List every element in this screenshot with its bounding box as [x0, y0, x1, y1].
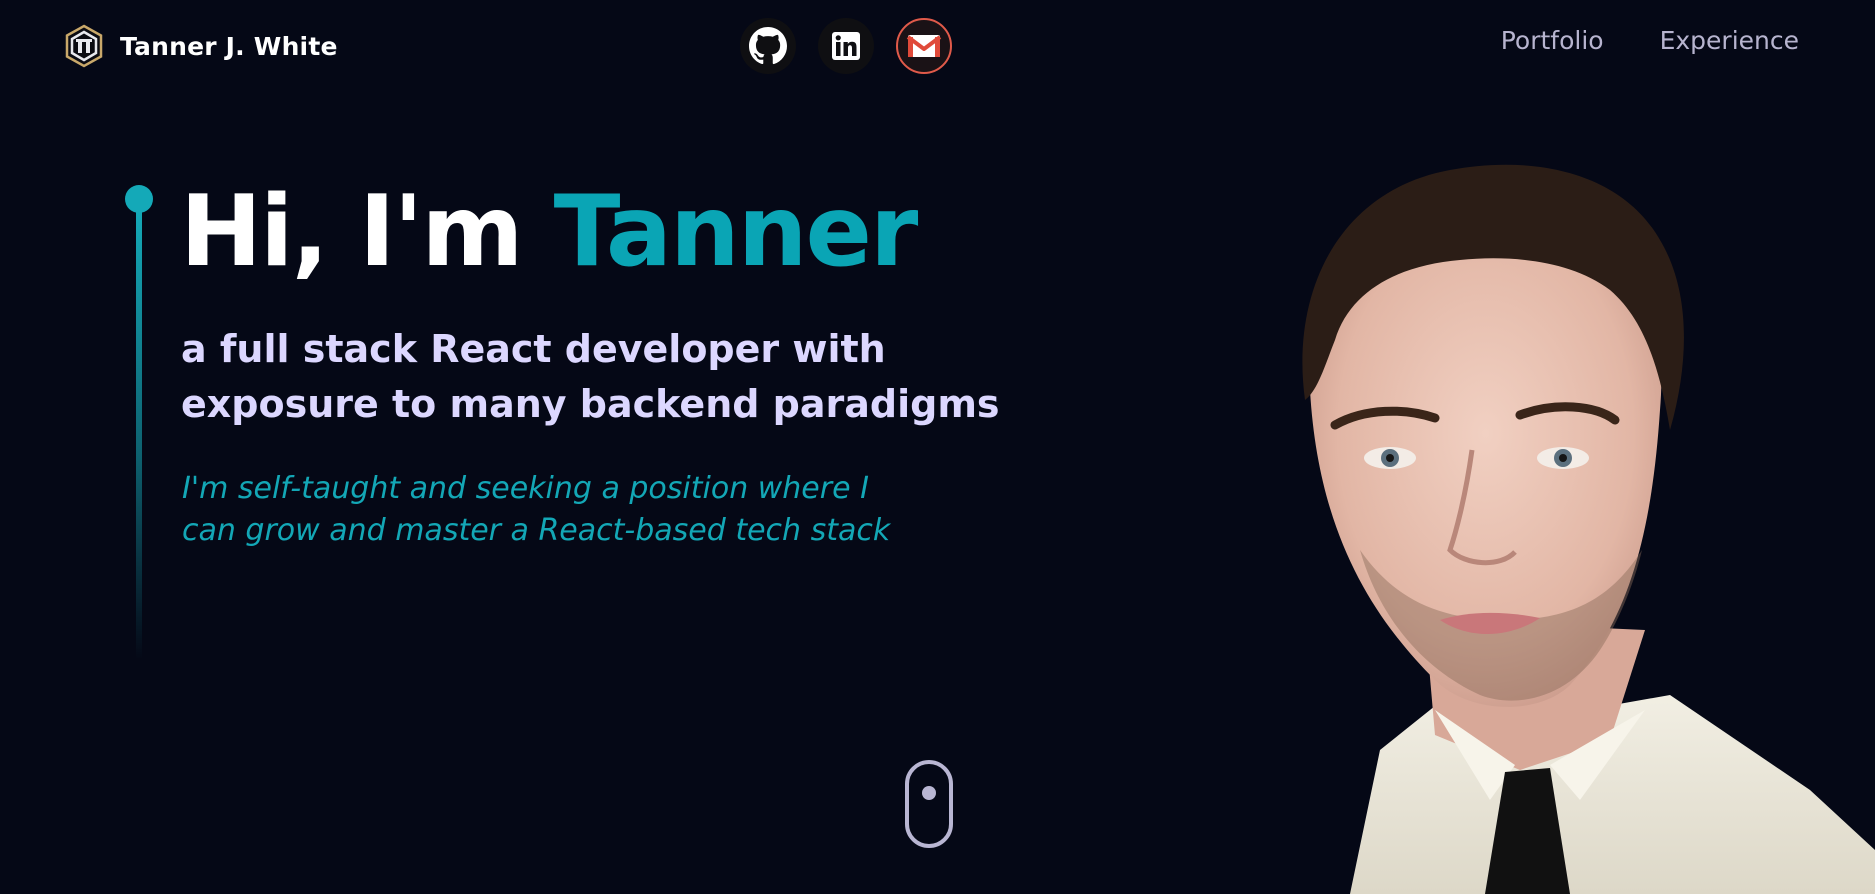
scroll-dot — [922, 786, 936, 800]
linkedin-icon — [832, 32, 860, 60]
hero-subtitle: a full stack React developer with exposu… — [181, 322, 1081, 432]
hero-greeting: Hi, I'm — [180, 175, 524, 289]
accent-dot — [125, 185, 153, 213]
hero-subtitle-line-1: a full stack React developer with — [181, 327, 886, 371]
profile-portrait — [1250, 150, 1875, 894]
page: Tanner J. White Portfolio Experience Hi,… — [0, 0, 1875, 894]
navbar: Tanner J. White Portfolio Experience — [0, 0, 1875, 90]
nav-link-experience[interactable]: Experience — [1660, 26, 1799, 55]
hero-headline: Hi, I'm Tanner — [180, 172, 919, 292]
hero-tagline-line-2: can grow and master a React-based tech s… — [182, 513, 891, 548]
hero-tagline: I'm self-taught and seeking a position w… — [182, 468, 1042, 552]
hero-name: Tanner — [553, 175, 919, 289]
github-link[interactable] — [740, 18, 796, 74]
accent-line — [136, 210, 142, 660]
hero-subtitle-line-2: exposure to many backend paradigms — [181, 382, 1000, 426]
social-links — [740, 18, 952, 74]
hexagon-logo-icon — [65, 24, 103, 68]
brand-name: Tanner J. White — [120, 31, 338, 61]
github-icon — [749, 27, 787, 65]
brand-link[interactable]: Tanner J. White — [64, 24, 338, 68]
linkedin-link[interactable] — [818, 18, 874, 74]
nav-links: Portfolio Experience — [1445, 26, 1799, 55]
portrait-illustration — [1302, 164, 1875, 894]
mouse-scroll-icon[interactable] — [905, 760, 953, 848]
email-link[interactable] — [896, 18, 952, 74]
nav-link-portfolio[interactable]: Portfolio — [1501, 26, 1604, 55]
hero-tagline-line-1: I'm self-taught and seeking a position w… — [182, 471, 869, 506]
gmail-icon — [906, 35, 942, 57]
